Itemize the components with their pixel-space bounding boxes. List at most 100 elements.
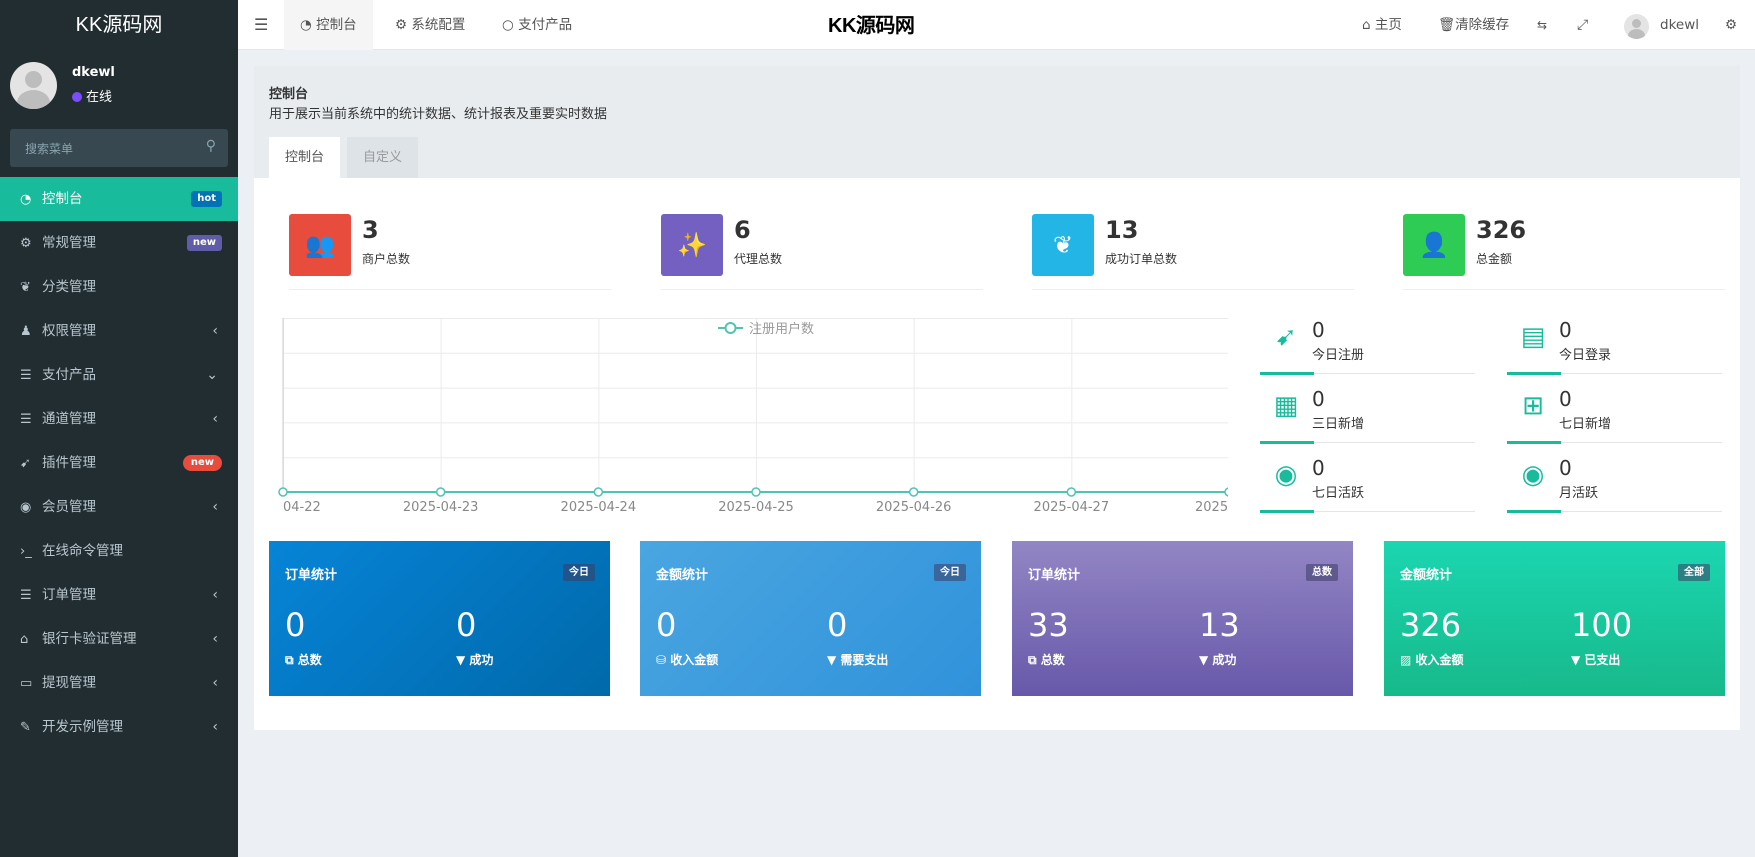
gear-icon: ⚙ <box>395 17 412 33</box>
id-card-icon: ▤ <box>1520 322 1546 352</box>
card-metric-label: 总数 <box>1040 653 1065 667</box>
chevron-left-icon: ‹ <box>212 323 218 339</box>
language-icon[interactable]: ⇆ <box>1537 0 1547 50</box>
data-point <box>908 487 919 497</box>
mini-stat-value: 0 <box>1559 456 1572 480</box>
accent-bar <box>1260 510 1314 513</box>
sidebar-item[interactable]: ☰ 通道管理 ‹ <box>0 397 238 441</box>
data-point <box>1066 487 1077 497</box>
sidebar-item[interactable]: ☰ 订单管理 ‹ <box>0 573 238 617</box>
card-title: 金额统计 <box>1400 568 1453 583</box>
tab-console[interactable]: 控制台 <box>269 137 341 178</box>
sidebar-item[interactable]: ◉ 会员管理 ‹ <box>0 485 238 529</box>
sidebar-item[interactable]: ➹ 插件管理 new <box>0 441 238 485</box>
sidebar-item-label: 通道管理 <box>42 411 96 427</box>
mini-stat-label: 月活跃 <box>1559 486 1599 501</box>
chevron-down-icon: ⌄ <box>206 367 218 383</box>
menu-toggle-icon[interactable]: ☰ <box>254 0 268 50</box>
accent-bar <box>1507 510 1561 513</box>
sidebar-item-label: 提现管理 <box>42 675 96 691</box>
sidebar-item[interactable]: ⌂ 银行卡验证管理 ‹ <box>0 617 238 661</box>
data-point <box>278 487 288 497</box>
chevron-left-icon: ‹ <box>212 411 218 427</box>
card-value: 0 <box>827 606 848 644</box>
line-chart-svg: 04-22 2025-04-23 2025-04-24 2025-04-25 2025-… <box>278 318 1249 515</box>
sidebar-item-label: 开发示例管理 <box>42 719 123 735</box>
mini-stat: ⊞ 0 七日新增 <box>1507 387 1722 444</box>
accent-bar <box>1260 441 1314 444</box>
stat-box: 👥 3 商户总数 <box>289 214 611 290</box>
status-label: 在线 <box>86 90 113 105</box>
rocket-icon: ➹ <box>20 456 31 471</box>
avatar[interactable] <box>1624 14 1649 39</box>
sidebar-item-label: 会员管理 <box>42 499 96 515</box>
stat-box: ✨ 6 代理总数 <box>661 214 983 290</box>
sidebar-item[interactable]: ▭ 提现管理 ‹ <box>0 661 238 705</box>
tab-system-config[interactable]: ⚙ 系统配置 <box>395 0 465 50</box>
users-icon: 👥 <box>289 214 351 276</box>
x-tick-label: 2025-04-26 <box>876 500 952 515</box>
x-tick-label: 04-22 <box>283 500 321 515</box>
sidebar-item-label: 在线命令管理 <box>42 543 123 559</box>
sidebar-item[interactable]: ⚙ 常规管理 new <box>0 221 238 265</box>
stat-value: 6 <box>734 216 751 244</box>
x-tick-label: 2025-04-24 <box>561 500 637 515</box>
list-icon: ☰ <box>20 412 32 427</box>
menu-search-input[interactable]: 搜索菜单 ⚲ <box>10 129 228 167</box>
list-icon: ☰ <box>20 368 32 383</box>
user-name: dkewl <box>72 65 115 80</box>
tab-dashboard[interactable]: ◔ 控制台 <box>284 0 373 50</box>
tab-custom[interactable]: 自定义 <box>347 137 419 178</box>
filter-icon: ▼ <box>1571 653 1581 667</box>
data-point <box>751 487 761 497</box>
card-title: 订单统计 <box>1028 568 1081 583</box>
x-tick-label: 2025-04-25 <box>718 500 794 515</box>
cogs-icon: ⚙ <box>20 236 32 251</box>
data-point <box>435 487 446 497</box>
user-panel: dkewl 在线 <box>0 50 238 120</box>
user-circle-icon: ◉ <box>1521 460 1545 490</box>
sidebar-item[interactable]: ☰ 支付产品 ⌄ <box>0 353 238 397</box>
mini-stat-value: 0 <box>1312 318 1325 342</box>
fullscreen-icon[interactable]: ⤢ <box>1577 0 1588 50</box>
terminal-icon: ›_ <box>20 544 32 559</box>
visa-card-icon: ▭ <box>20 676 33 691</box>
user-circle-icon: ◉ <box>1274 460 1298 490</box>
card-value: 326 <box>1400 606 1462 644</box>
sidebar-item[interactable]: ›_ 在线命令管理 <box>0 529 238 573</box>
sidebar-item[interactable]: ✎ 开发示例管理 ‹ <box>0 705 238 749</box>
magic-wand-icon: ✨ <box>661 214 723 276</box>
home-link[interactable]: ⌂ 主页 <box>1362 0 1402 50</box>
chevron-left-icon: ‹ <box>212 587 218 603</box>
dashboard-icon: ◔ <box>20 192 32 207</box>
search-icon[interactable]: ⚲ <box>206 138 216 154</box>
stat-label: 总金额 <box>1476 252 1513 266</box>
bank-icon: ⌂ <box>20 632 29 647</box>
avatar <box>10 62 57 109</box>
clear-cache-button[interactable]: 🗑清除缓存 <box>1438 0 1509 50</box>
card-metric-label: 成功 <box>1212 653 1237 667</box>
chevron-left-icon: ‹ <box>212 719 218 735</box>
menu-badge: new <box>186 235 222 251</box>
sidebar-item[interactable]: ❦ 分类管理 <box>0 265 238 309</box>
stat-value: 326 <box>1476 216 1527 244</box>
tab-label: 控制台 <box>316 17 357 33</box>
sidebar-item[interactable]: ◔ 控制台 hot <box>0 177 238 221</box>
leaf-icon: ❦ <box>20 280 31 295</box>
mini-stat-value: 0 <box>1559 318 1572 342</box>
stat-label: 商户总数 <box>362 252 411 266</box>
settings-icon[interactable]: ⚙ <box>1725 0 1737 50</box>
sidebar-item[interactable]: ♟ 权限管理 ‹ <box>0 309 238 353</box>
tab-pay-products[interactable]: ○ 支付产品 <box>502 0 572 50</box>
page-description: 用于展示当前系统中的统计数据、统计报表及重要实时数据 <box>269 107 608 122</box>
stat-value: 13 <box>1105 216 1139 244</box>
clear-cache-label: 清除缓存 <box>1455 17 1510 33</box>
app-logo[interactable]: KK源码网 <box>0 0 238 50</box>
card-value: 100 <box>1571 606 1633 644</box>
stat-box: ❦ 13 成功订单总数 <box>1032 214 1354 290</box>
card-metric: ▼ 成功 <box>1199 651 1236 668</box>
stat-box: 👤 326 总金额 <box>1403 214 1725 290</box>
card-metric: ⛁ 收入金额 <box>656 651 718 668</box>
sidebar-item-label: 支付产品 <box>42 367 96 383</box>
user-menu[interactable]: dkewl <box>1660 0 1699 50</box>
